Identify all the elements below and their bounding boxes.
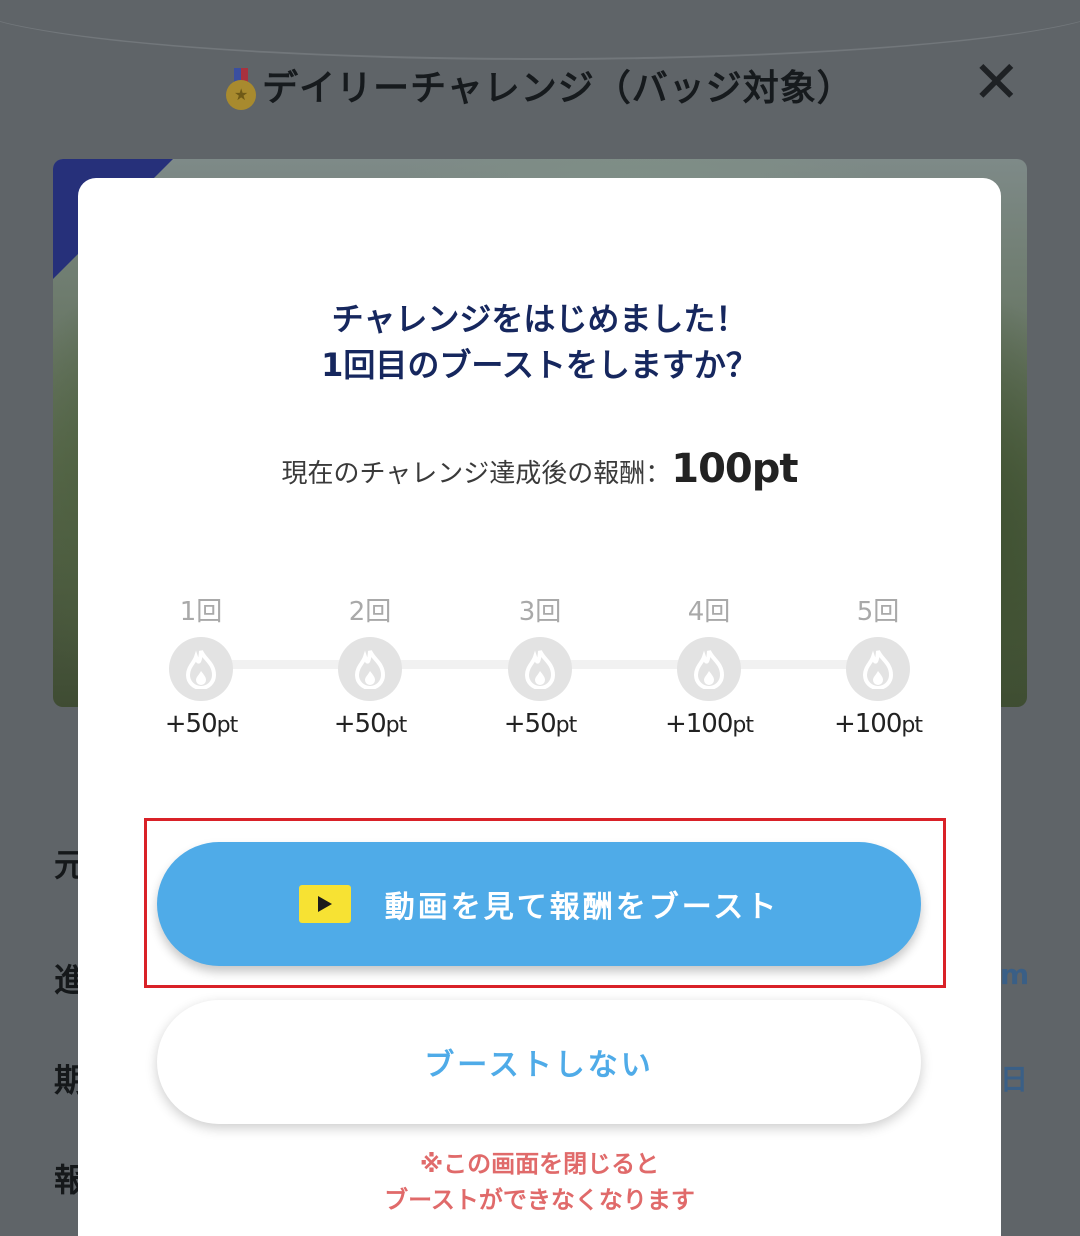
step-points-unit: pt (732, 713, 754, 738)
step-points-unit: pt (216, 713, 239, 738)
bg-value-distance: m (1000, 958, 1030, 991)
reward-value: 100pt (671, 446, 798, 492)
boost-step-5: 5回 +100pt (818, 591, 938, 739)
warning-line2: ブーストができなくなります (384, 1186, 695, 1214)
step-count: 4回 (687, 597, 731, 627)
current-reward: 現在のチャレンジ達成後の報酬：100pt (78, 446, 1001, 492)
bg-value-days: 日 (1000, 1063, 1029, 1096)
reward-label: 現在のチャレンジ達成後の報酬： (281, 459, 672, 489)
step-count: 2回 (348, 597, 392, 627)
no-boost-button[interactable]: ブーストしない (157, 1000, 921, 1124)
step-points: +100 (664, 709, 733, 739)
boost-step-3: 3回 +50pt (480, 591, 600, 739)
dialog-title-line2: 1回目のブーストをしますか？ (321, 346, 758, 384)
watch-video-boost-button[interactable]: 動画を見て報酬をブースト (157, 842, 921, 966)
flame-icon (677, 637, 741, 701)
step-points-unit: pt (555, 713, 578, 738)
flame-icon (169, 637, 233, 701)
step-count: 3回 (518, 597, 562, 627)
flame-icon (508, 637, 572, 701)
play-video-icon (298, 885, 351, 923)
dialog-title: チャレンジをはじめました！ 1回目のブーストをしますか？ (78, 296, 1001, 388)
step-points: +50 (164, 709, 218, 739)
step-count: 5回 (856, 597, 900, 627)
close-icon[interactable]: ✕ (972, 53, 1021, 111)
boost-step-2: 2回 +50pt (310, 591, 430, 739)
flame-icon (846, 637, 910, 701)
step-points: +100 (833, 709, 902, 739)
step-points: +50 (503, 709, 557, 739)
boost-button-label: 動画を見て報酬をブースト (384, 890, 780, 925)
step-count: 1回 (179, 597, 223, 627)
warning-line1: ※この画面を閉じると (419, 1150, 660, 1178)
dialog-title-line1: チャレンジをはじめました！ (331, 300, 748, 338)
boost-step-4: 4回 +100pt (649, 591, 769, 739)
boost-step-1: 1回 +50pt (141, 591, 261, 739)
step-points-unit: pt (901, 713, 923, 738)
step-points: +50 (333, 709, 387, 739)
flame-icon (338, 637, 402, 701)
boost-dialog: チャレンジをはじめました！ 1回目のブーストをしますか？ 現在のチャレンジ達成後… (78, 178, 1001, 1236)
page-title: デイリーチャレンジ（バッジ対象） (262, 68, 854, 109)
close-warning: ※この画面を閉じると ブーストができなくなります (78, 1146, 1001, 1218)
step-points-unit: pt (385, 713, 408, 738)
medal-icon: ★ (226, 68, 257, 110)
page-header: ★ デイリーチャレンジ（バッジ対象） (0, 50, 1080, 120)
